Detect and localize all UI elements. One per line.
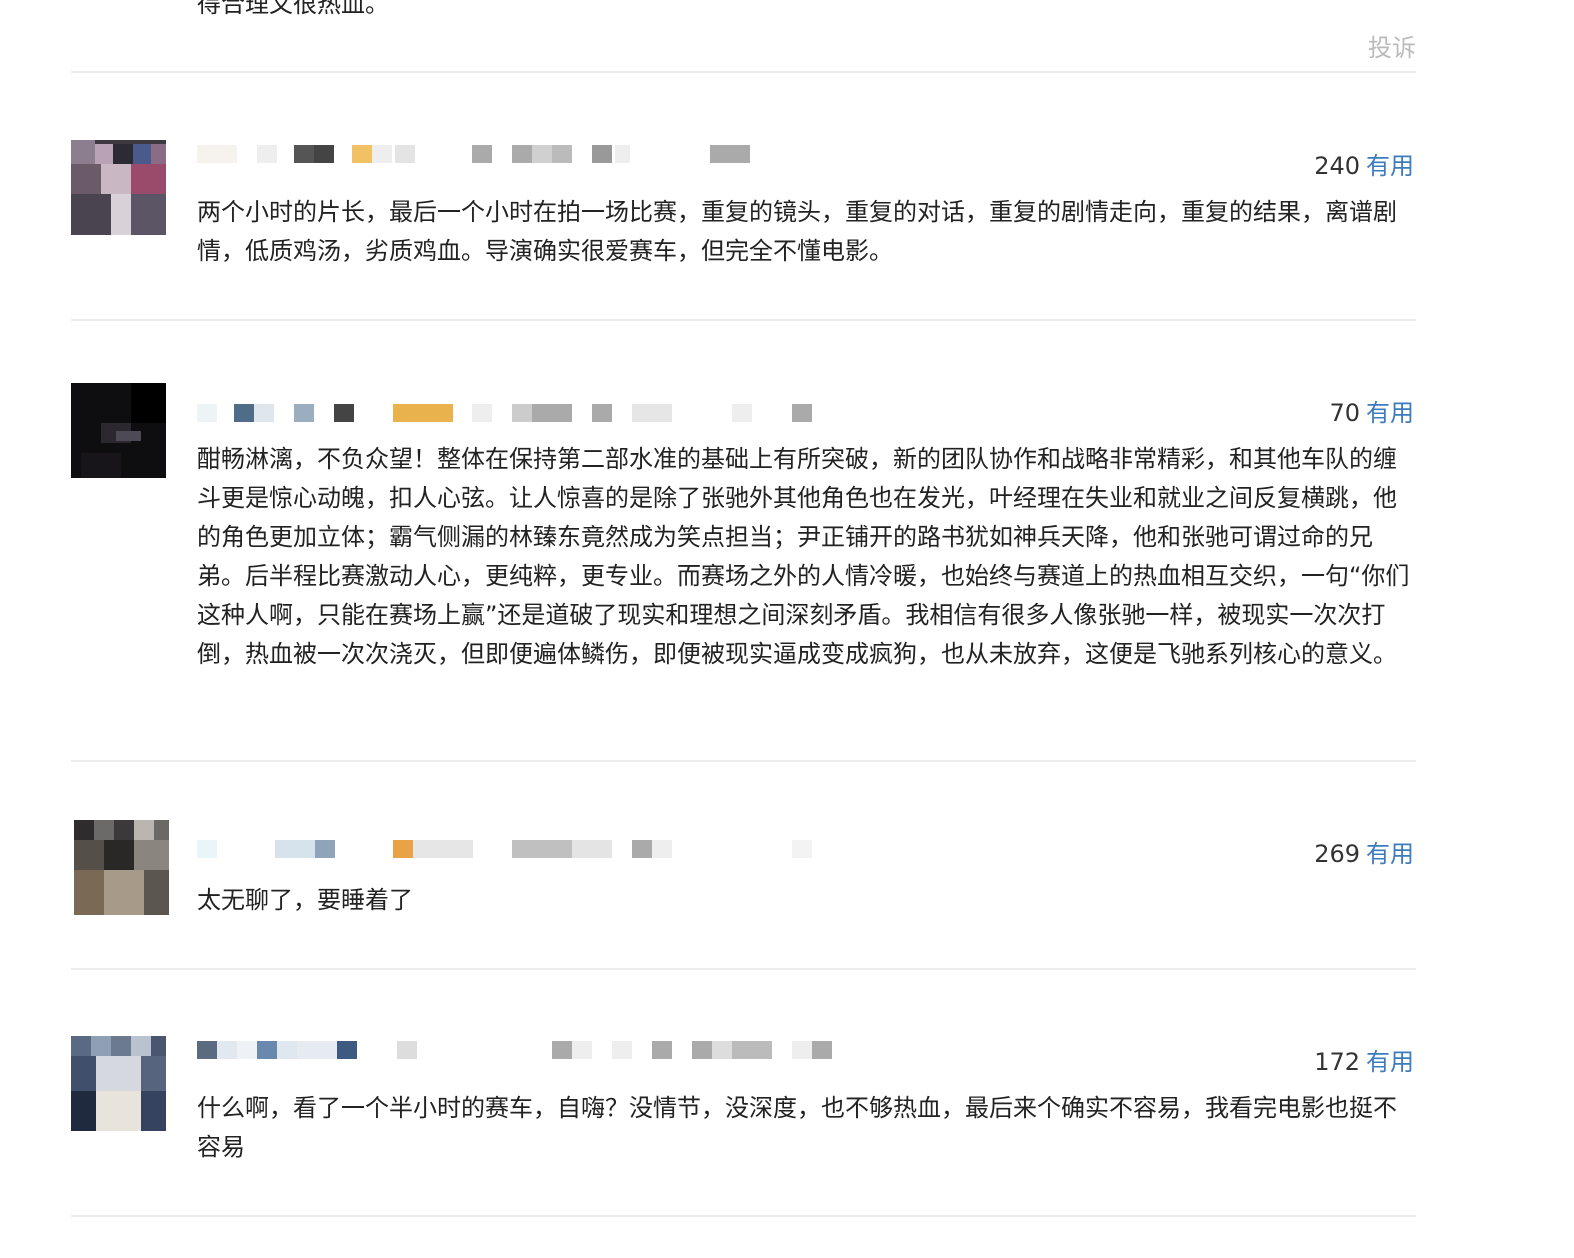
previous-comment-text: 得合理又很热血。 bbox=[197, 0, 389, 18]
avatar[interactable] bbox=[71, 140, 166, 235]
divider bbox=[71, 1215, 1416, 1217]
avatar[interactable] bbox=[71, 1036, 166, 1131]
comment-text: 太无聊了，要睡着了 bbox=[197, 886, 413, 914]
username-blurred[interactable] bbox=[197, 402, 837, 422]
useful-button[interactable]: 有用 bbox=[1366, 152, 1414, 180]
username-blurred[interactable] bbox=[197, 838, 837, 858]
vote-count: 172 bbox=[1314, 1048, 1360, 1076]
vote-area: 269 有用 bbox=[1314, 834, 1414, 869]
divider bbox=[71, 760, 1416, 762]
avatar[interactable] bbox=[71, 383, 166, 478]
comment-item: 269 有用 太无聊了，要睡着了 bbox=[71, 820, 1416, 970]
comment-item: 70 有用 酣畅淋漓，不负众望！整体在保持第二部水准的基础上有所突破，新的团队协作… bbox=[71, 383, 1416, 761]
avatar[interactable] bbox=[74, 820, 169, 915]
username-blurred[interactable] bbox=[197, 1039, 877, 1059]
vote-count: 269 bbox=[1314, 840, 1360, 868]
useful-button[interactable]: 有用 bbox=[1366, 399, 1414, 427]
comment-item: 172 有用 什么啊，看了一个半小时的赛车，自嗨？没情节，没深度，也不够热血，最后… bbox=[71, 1036, 1416, 1216]
vote-area: 240 有用 bbox=[1314, 146, 1414, 181]
comment-text: 两个小时的片长，最后一个小时在拍一场比赛，重复的镜头，重复的对话，重复的剧情走向… bbox=[197, 198, 1397, 265]
divider bbox=[71, 71, 1416, 73]
vote-area: 70 有用 bbox=[1329, 393, 1414, 428]
comment-text: 什么啊，看了一个半小时的赛车，自嗨？没情节，没深度，也不够热血，最后来个确实不容… bbox=[197, 1094, 1397, 1161]
divider bbox=[71, 968, 1416, 970]
vote-count: 240 bbox=[1314, 152, 1360, 180]
vote-count: 70 bbox=[1329, 399, 1360, 427]
complain-link[interactable]: 投诉 bbox=[1368, 28, 1416, 63]
username-blurred[interactable] bbox=[197, 143, 777, 163]
vote-area: 172 有用 bbox=[1314, 1042, 1414, 1077]
useful-button[interactable]: 有用 bbox=[1366, 1048, 1414, 1076]
useful-button[interactable]: 有用 bbox=[1366, 840, 1414, 868]
comment-text: 酣畅淋漓，不负众望！整体在保持第二部水准的基础上有所突破，新的团队协作和战略非常… bbox=[197, 445, 1410, 668]
divider bbox=[71, 319, 1416, 321]
comment-item: 240 有用 两个小时的片长，最后一个小时在拍一场比赛，重复的镜头，重复的对话，重… bbox=[71, 140, 1416, 320]
